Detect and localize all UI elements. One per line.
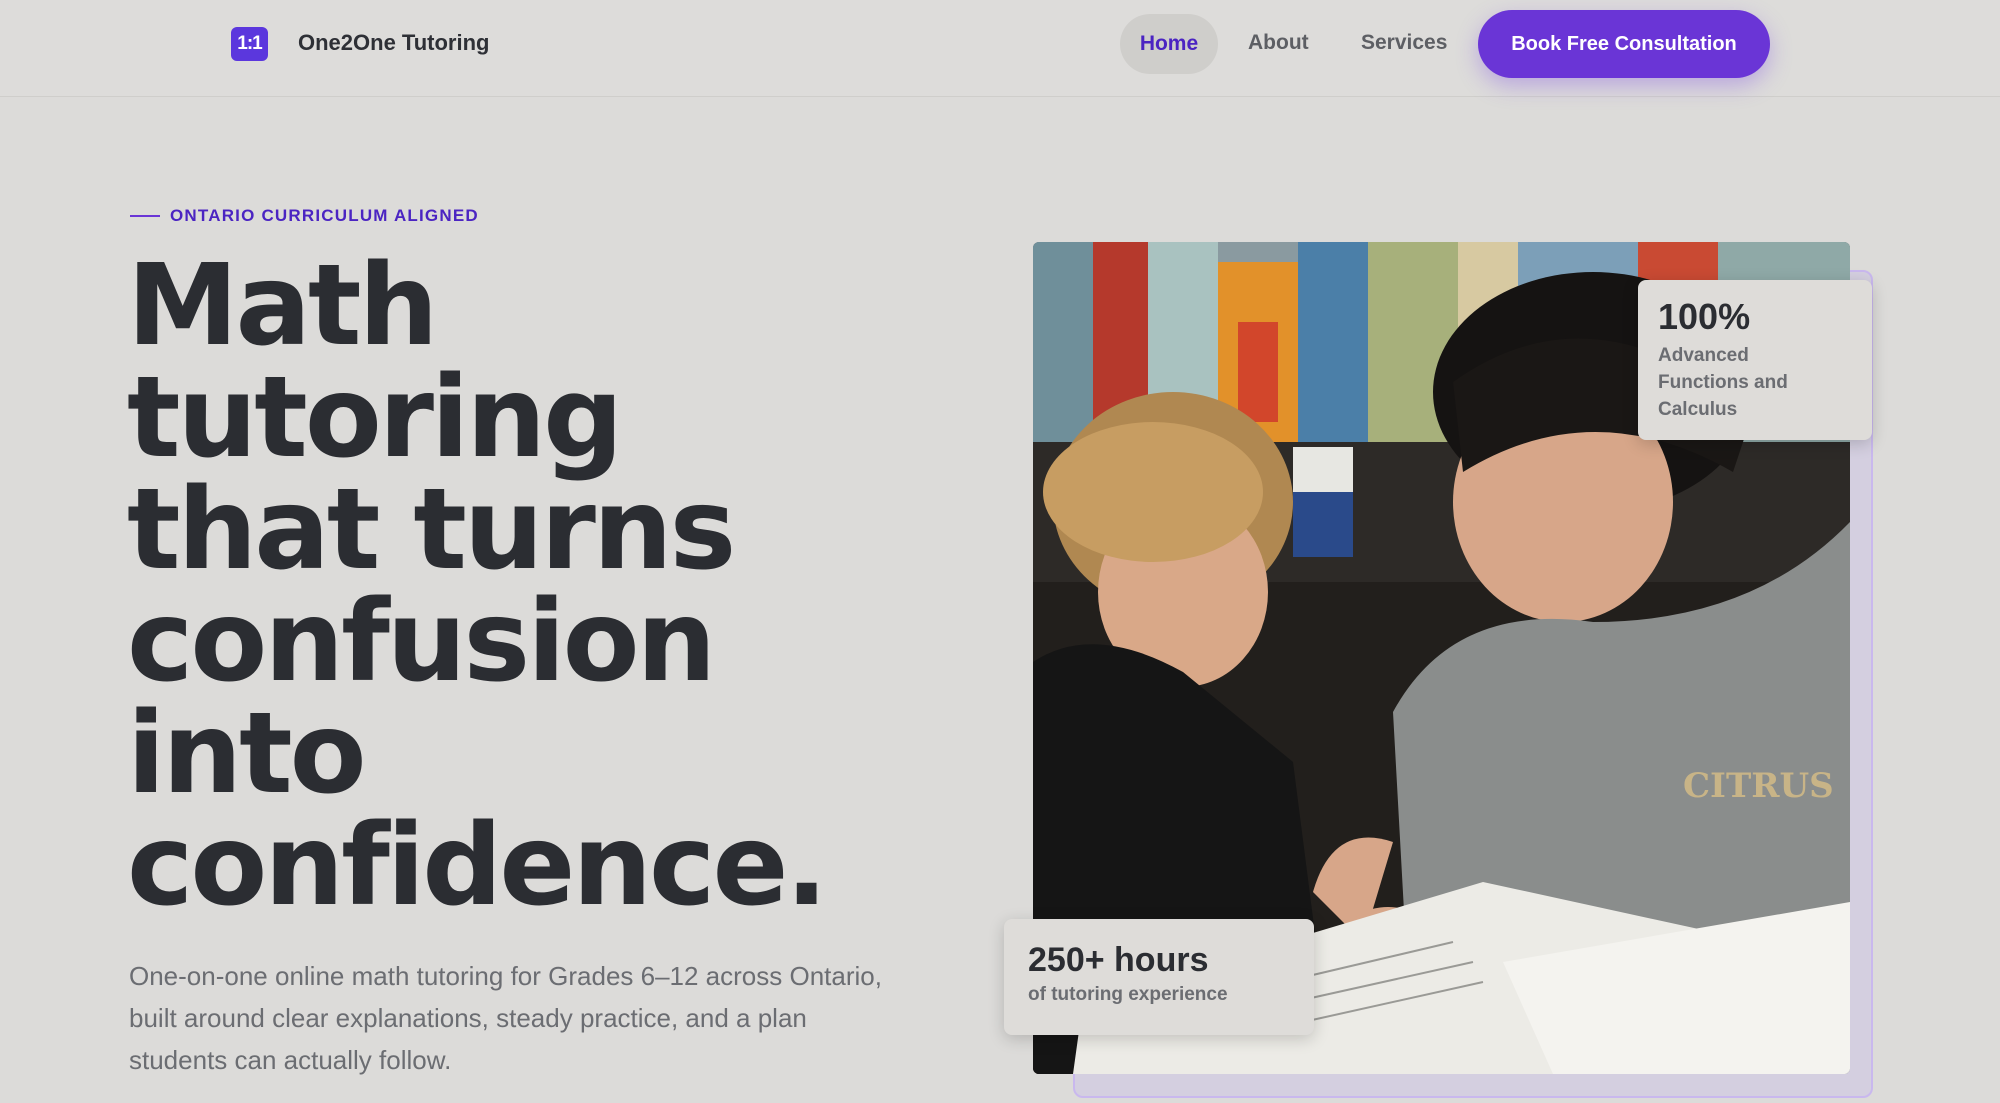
stat-value-hours: 250+ hours <box>1028 941 1209 979</box>
hero-subtext: One-on-one online math tutoring for Grad… <box>129 961 882 1075</box>
stat-label-subject: Advanced Functions and Calculus <box>1658 345 1788 420</box>
site-header: 1:1 One2One Tutoring Home About Services… <box>0 0 2000 97</box>
hero-eyebrow: ONTARIO CURRICULUM ALIGNED <box>170 206 479 225</box>
stat-value-percent: 100% <box>1658 296 1751 337</box>
brand-name[interactable]: One2One Tutoring <box>298 30 489 56</box>
nav-about-link[interactable]: About <box>1248 31 1309 55</box>
hero-headline: Math tutoring that turns confusion into … <box>127 241 828 931</box>
nav-services-link[interactable]: Services <box>1361 31 1447 55</box>
svg-text:CITRUS: CITRUS <box>1683 766 1834 806</box>
eyebrow-divider <box>130 215 160 217</box>
stat-card-hours: 250+ hours of tutoring experience <box>1004 919 1314 1035</box>
book-consultation-button[interactable]: Book Free Consultation <box>1478 10 1770 78</box>
nav-home-link[interactable]: Home <box>1120 14 1218 74</box>
stat-label-experience: of tutoring experience <box>1028 984 1228 1005</box>
logo-icon[interactable]: 1:1 <box>231 27 268 61</box>
stat-card-calculus: 100% Advanced Functions and Calculus <box>1638 280 1872 440</box>
